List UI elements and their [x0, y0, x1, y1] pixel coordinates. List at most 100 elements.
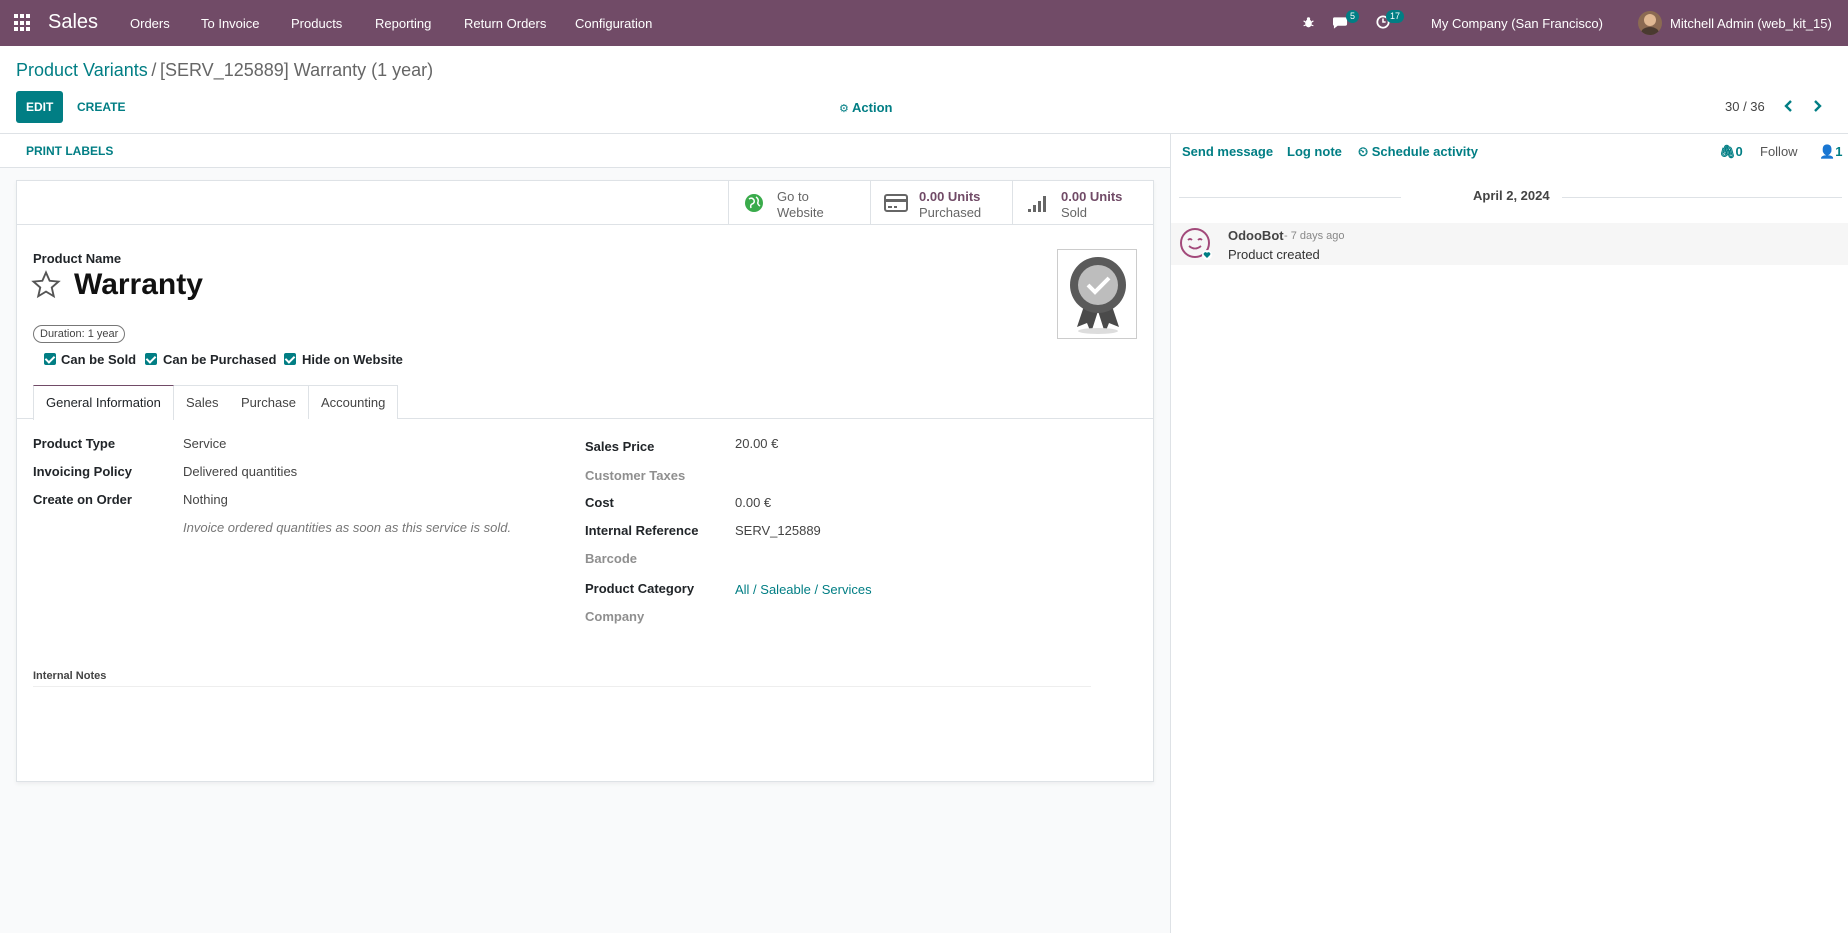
product-type-label: Product Type: [33, 436, 116, 451]
menu-configuration[interactable]: Configuration: [575, 16, 652, 31]
breadcrumb-current: [SERV_125889] Warranty (1 year): [160, 60, 434, 80]
can-be-purchased-checkbox[interactable]: [145, 353, 157, 365]
follow-button[interactable]: Follow: [1760, 144, 1798, 159]
hide-on-website-checkbox[interactable]: [284, 353, 296, 365]
purchased-button[interactable]: 0.00 Units Purchased: [870, 181, 1012, 225]
hide-on-website-label[interactable]: Hide on Website: [302, 352, 403, 367]
company-switcher[interactable]: My Company (San Francisco): [1431, 16, 1603, 31]
person-icon: 👤: [1819, 144, 1836, 159]
create-button[interactable]: CREATE: [77, 100, 125, 114]
sold-button[interactable]: 0.00 Units Sold: [1012, 181, 1153, 225]
send-message-button[interactable]: Send message: [1182, 144, 1273, 159]
favorite-star-icon[interactable]: [31, 270, 61, 300]
can-be-sold-label[interactable]: Can be Sold: [61, 352, 136, 367]
company-label: Company: [585, 609, 645, 624]
followers-button[interactable]: 👤1: [1819, 144, 1842, 160]
barcode-label: Barcode: [585, 551, 638, 566]
can-be-sold-checkbox[interactable]: [44, 353, 56, 365]
sold-value: 0.00 Units: [1061, 189, 1123, 204]
customer-taxes-field[interactable]: [735, 464, 1035, 482]
clock-icon: ⏲: [1358, 144, 1369, 159]
sales-price-value[interactable]: 20.00 €: [735, 436, 778, 451]
sales-price-label: Sales Price: [585, 439, 655, 454]
message-item: OdooBot - 7 days ago Product created: [1171, 223, 1848, 265]
tab-purchase[interactable]: Purchase: [229, 385, 309, 419]
product-category-value[interactable]: All / Saleable / Services: [735, 582, 872, 597]
menu-products[interactable]: Products: [291, 16, 342, 31]
print-labels-button[interactable]: PRINT LABELS: [26, 144, 113, 158]
cost-label: Cost: [585, 495, 614, 510]
menu-return-orders[interactable]: Return Orders: [464, 16, 546, 31]
date-divider-right: [1562, 197, 1842, 198]
product-name-label: Product Name: [33, 251, 122, 266]
date-separator: April 2, 2024: [1473, 188, 1550, 203]
product-name[interactable]: Warranty: [74, 268, 203, 302]
purchased-label: Purchased: [919, 205, 982, 220]
menu-orders[interactable]: Orders: [130, 16, 170, 31]
menu-reporting[interactable]: Reporting: [375, 16, 431, 31]
internal-notes-label: Internal Notes: [33, 670, 107, 682]
schedule-activity-button[interactable]: ⏲ Schedule activity: [1358, 144, 1478, 160]
messages-button[interactable]: 5: [1332, 10, 1360, 32]
attachments-button[interactable]: 🖇0: [1719, 144, 1743, 160]
invoicing-help-text: Invoice ordered quantities as soon as th…: [183, 520, 512, 535]
barcode-field[interactable]: [735, 548, 1035, 566]
form-sheet: Go to Website 0.00 Units Purchased 0.00 …: [16, 180, 1154, 782]
purchased-value: 0.00 Units: [919, 189, 981, 204]
edit-button[interactable]: EDIT: [16, 91, 64, 123]
paperclip-icon: 🖇: [1719, 144, 1736, 159]
apps-menu-icon[interactable]: [14, 14, 32, 32]
warranty-badge-icon: [1070, 257, 1126, 334]
product-category-label: Product Category: [585, 581, 695, 596]
app-name[interactable]: Sales: [48, 11, 98, 34]
tab-general-information[interactable]: General Information: [33, 385, 174, 420]
date-divider-left: [1179, 197, 1401, 198]
attachments-count: 0: [1735, 144, 1743, 159]
company-field[interactable]: [735, 606, 1035, 624]
internal-reference-value[interactable]: SERV_125889: [735, 523, 821, 538]
message-time: - 7 days ago: [1284, 230, 1345, 242]
tab-accounting[interactable]: Accounting: [309, 385, 399, 419]
go-to-website-button[interactable]: Go to Website: [728, 181, 870, 225]
tab-sales[interactable]: Sales: [174, 385, 232, 419]
message-author[interactable]: OdooBot: [1228, 228, 1284, 243]
message-body: Product created: [1228, 247, 1320, 262]
action-dropdown[interactable]: ⚙ Action: [839, 100, 892, 115]
messages-count-badge: 5: [1346, 10, 1360, 23]
breadcrumb-separator: /: [151, 60, 157, 80]
cost-value[interactable]: 0.00 €: [735, 495, 771, 510]
menu-to-invoice[interactable]: To Invoice: [201, 16, 260, 31]
variant-attribute-tag: Duration: 1 year: [33, 325, 126, 343]
create-on-order-value[interactable]: Nothing: [183, 492, 228, 507]
bug-icon[interactable]: [1302, 16, 1315, 29]
pager-previous-icon[interactable]: [1782, 99, 1796, 113]
top-navbar: Sales Orders To Invoice Products Reporti…: [0, 0, 1848, 46]
breadcrumb-parent[interactable]: Product Variants: [16, 60, 148, 80]
internal-notes-divider: [33, 686, 1091, 687]
activities-count-badge: 17: [1386, 10, 1405, 23]
internal-reference-label: Internal Reference: [585, 523, 699, 538]
website-label-line2: Website: [777, 205, 824, 220]
breadcrumb: Product Variants / [SERV_125889] Warrant…: [16, 60, 433, 81]
can-be-purchased-label[interactable]: Can be Purchased: [163, 352, 276, 367]
pager-next-icon[interactable]: [1810, 99, 1824, 113]
customer-taxes-label: Customer Taxes: [585, 468, 686, 483]
product-image[interactable]: [1057, 249, 1137, 339]
control-panel: Product Variants / [SERV_125889] Warrant…: [0, 46, 1848, 134]
signal-bars-icon: [1028, 196, 1046, 212]
activities-button[interactable]: 17: [1376, 10, 1405, 32]
product-type-value[interactable]: Service: [183, 436, 226, 451]
log-note-button[interactable]: Log note: [1287, 144, 1342, 159]
invoicing-policy-value[interactable]: Delivered quantities: [183, 464, 297, 479]
user-avatar[interactable]: [1638, 11, 1662, 35]
internal-notes-field[interactable]: [33, 689, 1091, 749]
schedule-activity-label: Schedule activity: [1371, 144, 1478, 159]
user-menu[interactable]: Mitchell Admin (web_kit_15): [1670, 16, 1832, 31]
smart-button-box: Go to Website 0.00 Units Purchased 0.00 …: [17, 181, 1153, 225]
chatter-panel: Send message Log note ⏲ Schedule activit…: [1170, 134, 1848, 933]
action-label: Action: [852, 100, 893, 115]
create-on-order-label: Create on Order: [33, 492, 132, 507]
invoicing-policy-label: Invoicing Policy: [33, 464, 132, 479]
followers-count: 1: [1835, 144, 1843, 159]
pager-value[interactable]: 30 / 36: [1725, 99, 1765, 114]
